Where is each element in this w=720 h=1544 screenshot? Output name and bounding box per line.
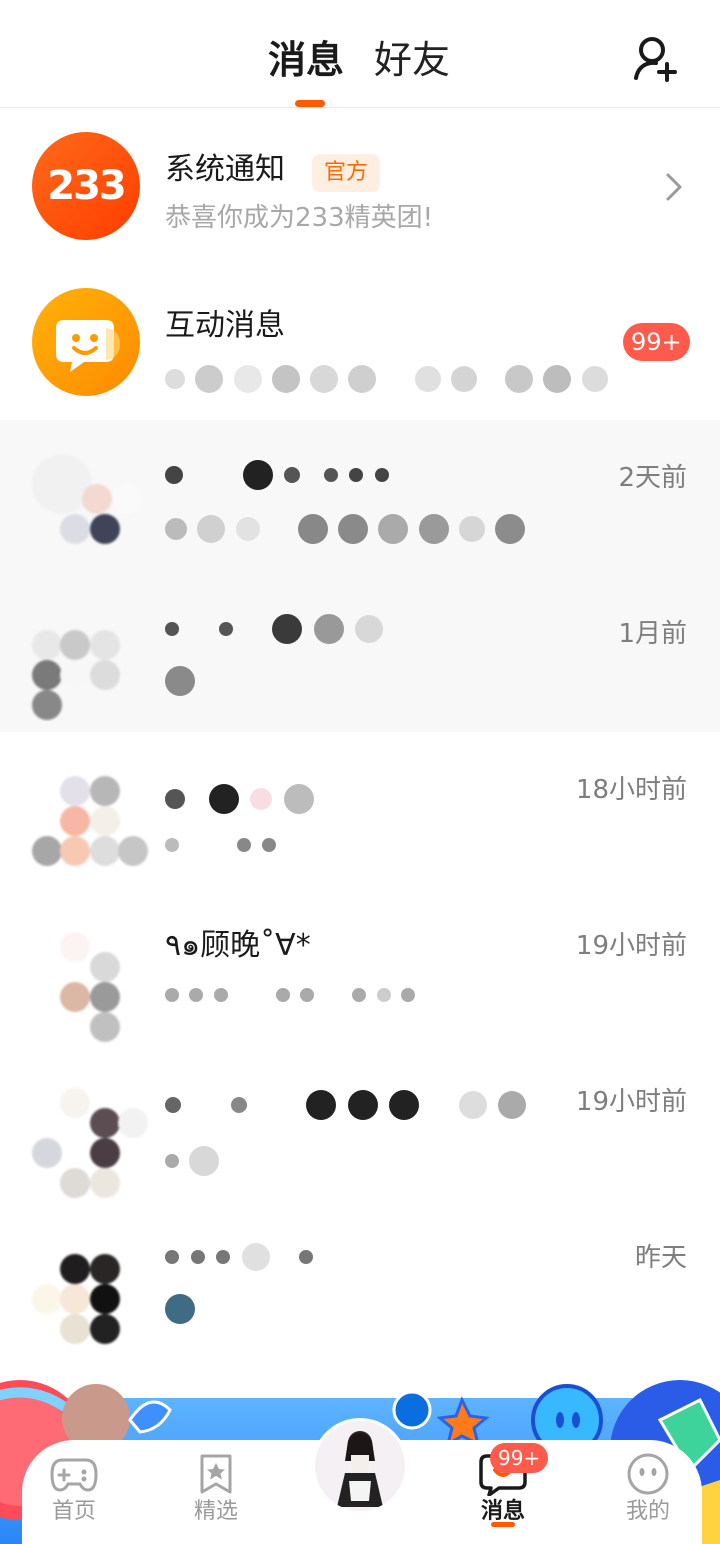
active-tab-indicator (295, 100, 325, 107)
interaction-avatar (32, 288, 140, 396)
conversation-preview-blurred (165, 662, 197, 699)
tab-messages[interactable]: 消息 (268, 36, 344, 84)
system-avatar: 233 (32, 132, 140, 240)
chevron-right-icon (666, 173, 682, 201)
star-bookmark-icon (200, 1454, 232, 1494)
conversation-row[interactable]: 19小时前 (0, 1044, 720, 1200)
nav-me-label: 我的 (625, 1499, 670, 1524)
unread-count-badge: 99+ (623, 323, 690, 361)
conversation-time: 1月前 (618, 619, 687, 649)
conversation-name: 系统通知 (165, 152, 285, 187)
conversation-name: 互动消息 (165, 308, 285, 343)
conversation-preview-blurred (165, 1142, 221, 1179)
conversation-row[interactable]: 1月前 (0, 576, 720, 732)
nav-home[interactable]: 首页 (24, 1440, 124, 1544)
avatar (32, 1068, 148, 1198)
conversation-preview-blurred (165, 826, 278, 863)
nav-me[interactable]: 我的 (598, 1440, 698, 1544)
conversation-preview-blurred (165, 510, 527, 547)
conversation-time: 昨天 (634, 1243, 687, 1273)
nav-messages-badge: 99+ (490, 1443, 549, 1473)
nav-featured[interactable]: 精选 (166, 1440, 266, 1544)
conversation-time: 2天前 (618, 463, 687, 493)
smiley-face-icon (627, 1453, 669, 1495)
conversation-row[interactable]: 昨天 (0, 1200, 720, 1356)
conversation-name-blurred (165, 1084, 528, 1125)
conversation-name: ٩๑顾晚˚∀* (165, 928, 311, 963)
conversation-time: 19小时前 (575, 931, 687, 961)
center-character-button[interactable] (312, 1418, 408, 1514)
conversation-name-blurred (165, 454, 391, 495)
conversation-time: 19小时前 (575, 1087, 687, 1117)
character-avatar-icon (337, 1431, 383, 1507)
nav-active-indicator (491, 1522, 515, 1527)
conversation-row[interactable]: 2天前 (0, 420, 720, 576)
conversation-system-notice[interactable]: 233 系统通知 官方 恭喜你成为233精英团! (0, 108, 720, 264)
conversation-name-blurred (165, 608, 385, 649)
official-badge: 官方 (312, 154, 381, 192)
conversation-preview-blurred (165, 1290, 197, 1327)
conversation-name-blurred (165, 778, 316, 819)
conversation-interactions[interactable]: 互动消息 99+ (0, 264, 720, 420)
conversation-row[interactable]: ٩๑顾晚˚∀* 19小时前 (0, 888, 720, 1044)
top-header: 消息 好友 (0, 0, 720, 108)
avatar (32, 756, 148, 872)
tab-friends[interactable]: 好友 (374, 36, 450, 84)
conversation-preview: 恭喜你成为233精英团! (165, 203, 434, 233)
add-friend-button[interactable] (632, 34, 682, 84)
avatar (32, 912, 148, 1042)
conversation-preview-blurred (165, 976, 417, 1013)
avatar (32, 600, 148, 720)
conversation-preview-blurred (165, 360, 610, 397)
nav-featured-label: 精选 (193, 1499, 238, 1524)
conversation-name-blurred (165, 1236, 315, 1277)
gamepad-icon (50, 1458, 98, 1492)
avatar (32, 444, 148, 560)
avatar (32, 1224, 148, 1344)
add-person-icon (634, 37, 677, 82)
chat-smile-icon (56, 320, 120, 372)
conversation-row[interactable]: 18小时前 (0, 732, 720, 888)
nav-home-label: 首页 (51, 1499, 96, 1524)
conversation-time: 18小时前 (575, 775, 687, 805)
